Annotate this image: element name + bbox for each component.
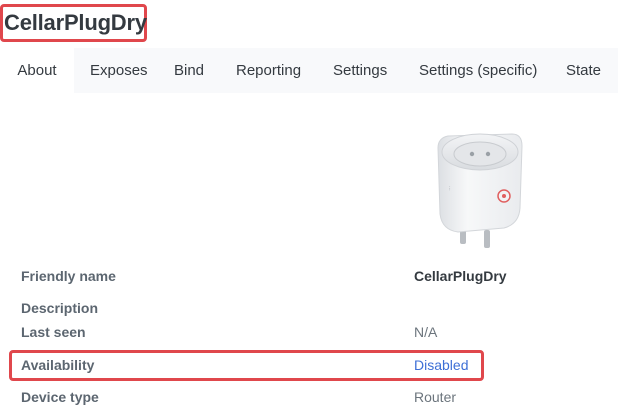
tab-reporting[interactable]: Reporting [236, 48, 301, 93]
svg-text:···: ··· [446, 186, 452, 191]
device-type-label: Device type [21, 389, 99, 405]
tab-about-label: About [17, 62, 57, 79]
last-seen-label: Last seen [21, 324, 86, 340]
availability-label: Availability [21, 357, 95, 373]
availability-link[interactable]: Disabled [414, 357, 468, 373]
device-title-highlight: CellarPlugDry [0, 4, 147, 42]
last-seen-value: N/A [414, 324, 438, 340]
tab-bind[interactable]: Bind [174, 48, 204, 93]
device-type-value: Router [414, 389, 457, 405]
device-image: ··· [428, 126, 530, 250]
device-title: CellarPlugDry [4, 10, 147, 35]
tab-state[interactable]: State [566, 48, 601, 93]
tab-bar: About Exposes Bind Reporting Settings Se… [0, 48, 618, 93]
tab-settings-specific-label: Settings (specific) [419, 62, 538, 79]
tab-about[interactable]: About [0, 48, 74, 93]
tab-state-label: State [566, 62, 602, 79]
tab-reporting-label: Reporting [236, 62, 302, 79]
tab-settings-specific[interactable]: Settings (specific) [419, 48, 537, 93]
tab-settings[interactable]: Settings [333, 48, 387, 93]
tab-settings-label: Settings [333, 62, 388, 79]
tab-exposes[interactable]: Exposes [90, 48, 148, 93]
smart-plug-icon: ··· [437, 133, 523, 248]
description-label: Description [21, 300, 99, 316]
friendly-name-value: CellarPlugDry [414, 268, 507, 284]
tab-exposes-label: Exposes [90, 62, 148, 79]
friendly-name-label: Friendly name [21, 268, 116, 284]
tab-bind-label: Bind [174, 62, 205, 79]
